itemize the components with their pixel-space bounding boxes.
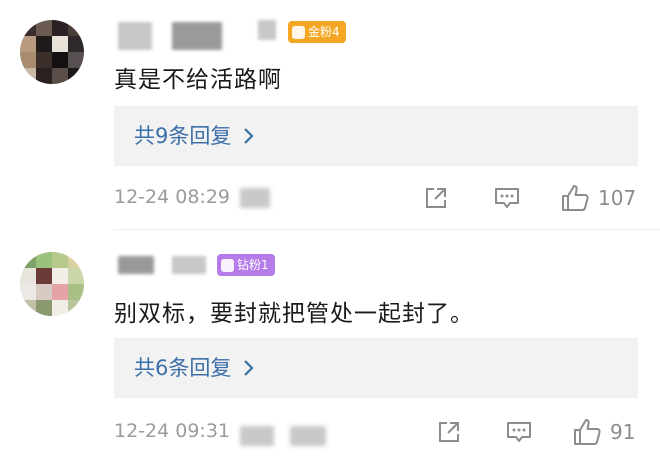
like-button[interactable]: 107 xyxy=(560,183,636,213)
replies-panel: 共6条回复 xyxy=(114,338,638,398)
username-redacted[interactable] xyxy=(258,20,276,40)
comment-button[interactable] xyxy=(493,185,521,211)
chevron-right-icon xyxy=(244,128,254,144)
username-redacted[interactable] xyxy=(118,256,154,274)
comment-time: 12-24 08:29 xyxy=(114,186,231,208)
share-external-icon xyxy=(426,188,446,208)
view-replies-link[interactable]: 共6条回复 xyxy=(134,338,255,398)
like-button[interactable]: 91 xyxy=(572,417,635,447)
username-redacted[interactable] xyxy=(172,22,222,50)
comment-button[interactable] xyxy=(505,419,533,445)
replies-count-label: 共9条回复 xyxy=(134,124,232,148)
share-button[interactable] xyxy=(436,419,462,445)
crown-icon xyxy=(292,25,305,39)
username-redacted[interactable] xyxy=(172,256,206,274)
chevron-right-icon xyxy=(244,360,254,376)
fan-badge-label: 钻粉1 xyxy=(237,258,269,272)
fan-badge: 金粉4 xyxy=(288,21,346,43)
replies-panel: 共9条回复 xyxy=(114,106,638,166)
location-redacted xyxy=(240,188,270,208)
view-replies-link[interactable]: 共9条回复 xyxy=(134,106,255,166)
replies-count-label: 共6条回复 xyxy=(134,356,232,380)
comment-text: 别双标，要封就把管处一起封了。 xyxy=(114,301,474,327)
thumbs-up-icon xyxy=(574,419,601,445)
share-button[interactable] xyxy=(423,185,449,211)
comment-item: 钻粉1 别双标，要封就把管处一起封了。 共6条回复 12-24 09:31 91 xyxy=(0,230,660,462)
thumbs-up-icon xyxy=(562,185,589,211)
location-redacted xyxy=(290,426,326,446)
share-external-icon xyxy=(439,422,459,442)
avatar[interactable] xyxy=(20,252,84,316)
comment-bubble-icon xyxy=(495,188,519,208)
fan-badge-label: 金粉4 xyxy=(308,25,340,39)
like-count: 91 xyxy=(610,420,636,444)
comment-bubble-icon xyxy=(507,422,531,442)
like-count: 107 xyxy=(598,186,637,210)
comment-time: 12-24 09:31 xyxy=(114,420,231,442)
comment-text: 真是不给活路啊 xyxy=(114,67,282,93)
comment-item: 金粉4 真是不给活路啊 共9条回复 12-24 08:29 107 xyxy=(0,0,660,230)
diamond-icon xyxy=(221,258,234,272)
fan-badge: 钻粉1 xyxy=(217,254,275,276)
username-redacted[interactable] xyxy=(118,22,152,50)
avatar[interactable] xyxy=(20,20,84,84)
location-redacted xyxy=(240,426,274,446)
